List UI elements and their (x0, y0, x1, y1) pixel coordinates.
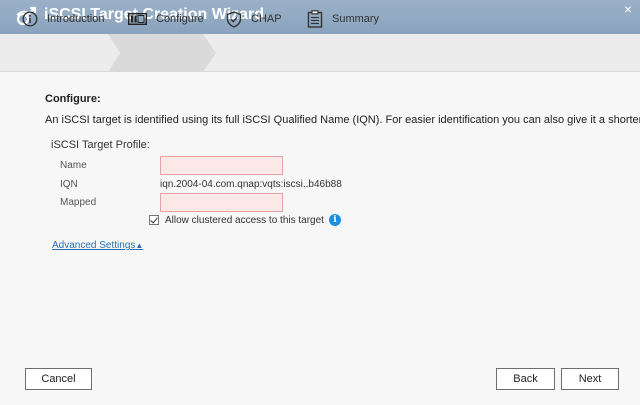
name-input[interactable] (160, 156, 283, 175)
step-summary-label: Summary (332, 13, 380, 25)
step-configure-label: Configure (156, 13, 204, 25)
clustered-access-checkbox[interactable] (149, 215, 159, 225)
name-label: Name (60, 160, 87, 171)
target-profile-heading: iSCSI Target Profile: (51, 139, 150, 151)
info-icon[interactable]: i (328, 214, 341, 226)
info-circle-icon (22, 11, 38, 27)
step-introduction[interactable]: Introduction (22, 0, 104, 38)
step-chap-label: CHAP (251, 13, 282, 25)
clipboard-list-icon (307, 10, 323, 28)
wizard-steps-bar (0, 34, 640, 72)
clustered-access-row: Allow clustered access to this target i (149, 214, 341, 226)
mapped-input[interactable] (160, 193, 283, 212)
close-window-button[interactable]: × (620, 1, 636, 17)
back-button[interactable]: Back (496, 368, 555, 390)
mapped-label: Mapped (60, 197, 97, 208)
active-step-highlight (108, 34, 216, 72)
next-button[interactable]: Next (561, 368, 619, 390)
step-configure[interactable]: Configure (128, 0, 204, 38)
section-title: Configure: (45, 93, 101, 105)
cancel-button[interactable]: Cancel (25, 368, 92, 390)
iqn-value: iqn.2004-04.com.qnap:vqts:iscsi..b46b88 (160, 179, 342, 190)
target-config-icon (128, 13, 147, 25)
clustered-access-label[interactable]: Allow clustered access to this target (165, 215, 324, 226)
advanced-settings-link[interactable]: Advanced Settings▲ (52, 240, 143, 251)
configure-description: An iSCSI target is identified using its … (45, 114, 640, 126)
shield-check-icon (226, 10, 242, 28)
step-chap[interactable]: CHAP (226, 0, 282, 38)
caret-up-icon: ▲ (135, 241, 144, 250)
iqn-label: IQN (60, 179, 78, 190)
step-summary[interactable]: Summary (307, 0, 379, 38)
advanced-settings-label: Advanced Settings (52, 240, 136, 251)
step-introduction-label: Introduction (47, 13, 105, 25)
